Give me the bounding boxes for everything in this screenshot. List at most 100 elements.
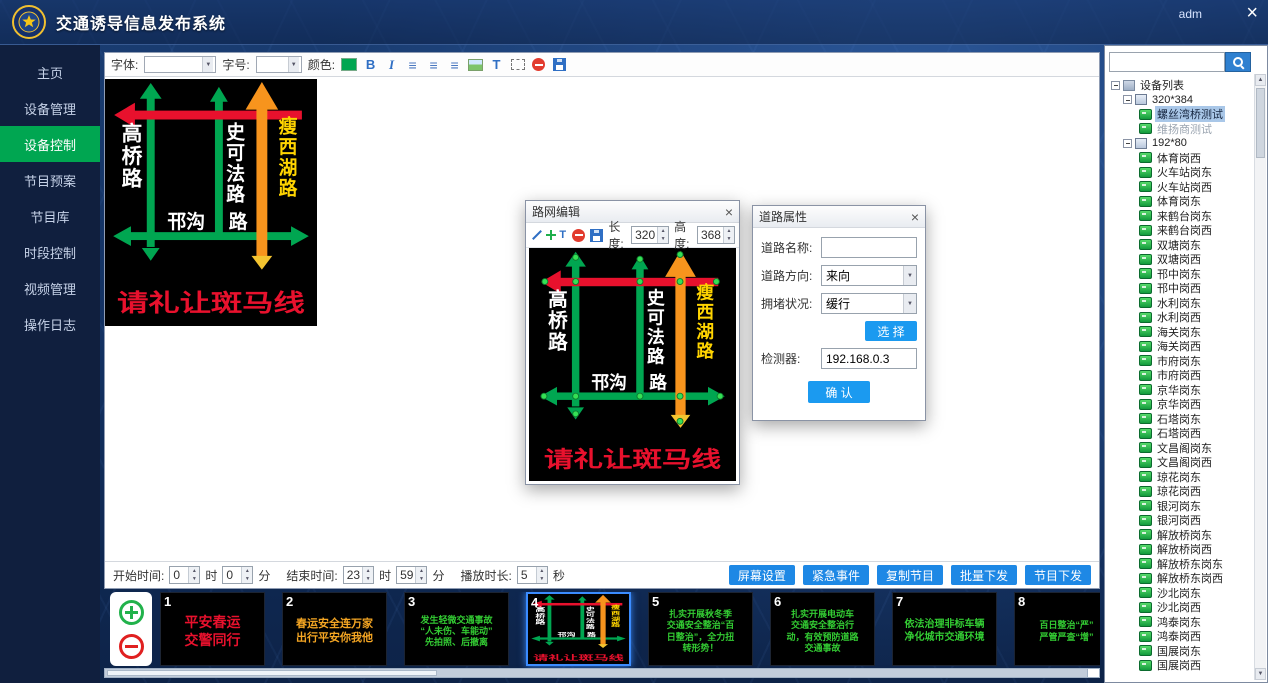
horizontal-scrollbar[interactable] bbox=[104, 668, 1100, 678]
italic-button[interactable]: I bbox=[384, 57, 399, 72]
start-minute-stepper[interactable]: 0▲▼ bbox=[222, 566, 253, 584]
tree-device[interactable]: 市府岗东 bbox=[1109, 354, 1252, 369]
confirm-button[interactable]: 确 认 bbox=[808, 381, 870, 403]
tree-group[interactable]: 192*80 bbox=[1109, 136, 1252, 151]
color-swatch[interactable] bbox=[341, 58, 357, 71]
draw-line-icon[interactable] bbox=[530, 228, 539, 242]
sidebar-item[interactable]: 时段控制 bbox=[0, 234, 100, 270]
tree-device[interactable]: 体育岗东 bbox=[1109, 194, 1252, 209]
tree-device[interactable]: 海关岗东 bbox=[1109, 325, 1252, 340]
road-editor-canvas[interactable]: 高桥路史可法路瘦西湖路邗沟路请礼让斑马线 bbox=[529, 248, 736, 481]
tree-device[interactable]: 国展岗东 bbox=[1109, 644, 1252, 659]
step-up-icon[interactable]: ▲ bbox=[724, 227, 734, 235]
tree-device[interactable]: 石塔岗西 bbox=[1109, 426, 1252, 441]
tree-device[interactable]: 解放桥岗西 bbox=[1109, 542, 1252, 557]
action-button[interactable]: 紧急事件 bbox=[803, 565, 869, 585]
tree-device[interactable]: 国展岗西 bbox=[1109, 658, 1252, 673]
tree-device[interactable]: 银河岗东 bbox=[1109, 499, 1252, 514]
save-icon[interactable] bbox=[553, 58, 566, 71]
marquee-icon[interactable] bbox=[511, 59, 525, 70]
sidebar-item[interactable]: 节目预案 bbox=[0, 162, 100, 198]
tree-device[interactable]: 市府岗西 bbox=[1109, 368, 1252, 383]
playlist-thumb[interactable]: 1平安春运交警同行 bbox=[160, 592, 265, 666]
font-size-select[interactable]: ▼ bbox=[256, 56, 302, 73]
tree-device[interactable]: 解放桥岗东 bbox=[1109, 528, 1252, 543]
playlist-thumb[interactable]: 4高桥路史可法路瘦西湖路邗沟路请礼让斑马线 bbox=[526, 592, 631, 666]
tree-device[interactable]: 解放桥东岗东 bbox=[1109, 557, 1252, 572]
tree-device[interactable]: 石塔岗东 bbox=[1109, 412, 1252, 427]
tree-device[interactable]: 京华岗西 bbox=[1109, 397, 1252, 412]
tree-device[interactable]: 鸿泰岗东 bbox=[1109, 615, 1252, 630]
save-icon[interactable] bbox=[590, 229, 603, 242]
scrollbar-thumb[interactable] bbox=[1256, 88, 1265, 158]
tree-device[interactable]: 沙北岗西 bbox=[1109, 600, 1252, 615]
tree-device[interactable]: 水利岗东 bbox=[1109, 296, 1252, 311]
height-stepper[interactable]: 368▲▼ bbox=[697, 226, 735, 244]
step-up-icon[interactable]: ▲ bbox=[242, 567, 252, 575]
tree-device[interactable]: 双塘岗西 bbox=[1109, 252, 1252, 267]
search-button[interactable] bbox=[1225, 52, 1251, 72]
tree-device[interactable]: 来鹤台岗东 bbox=[1109, 209, 1252, 224]
scroll-down-icon[interactable]: ▼ bbox=[1255, 668, 1266, 680]
sidebar-item[interactable]: 设备控制 bbox=[0, 126, 100, 162]
tree-device[interactable]: 文昌阁岗东 bbox=[1109, 441, 1252, 456]
tree-scrollbar[interactable]: ▲ ▼ bbox=[1254, 74, 1266, 680]
font-select[interactable]: ▼ bbox=[144, 56, 216, 73]
end-hour-stepper[interactable]: 23▲▼ bbox=[343, 566, 374, 584]
sidebar-item[interactable]: 设备管理 bbox=[0, 90, 100, 126]
tree-device[interactable]: 双塘岗东 bbox=[1109, 238, 1252, 253]
playlist-thumb[interactable]: 2春运安全连万家出行平安你我他 bbox=[282, 592, 387, 666]
insert-image-icon[interactable] bbox=[468, 59, 483, 71]
road-name-input[interactable] bbox=[821, 237, 917, 258]
tree-device[interactable]: 火车站岗西 bbox=[1109, 180, 1252, 195]
end-minute-stepper[interactable]: 59▲▼ bbox=[396, 566, 427, 584]
tree-device[interactable]: 鸿泰岗西 bbox=[1109, 629, 1252, 644]
user-label[interactable]: adm bbox=[1179, 7, 1202, 21]
playlist-thumb[interactable]: 8百日整治“严”严管严查“增” bbox=[1014, 592, 1100, 666]
sign-preview[interactable]: 高桥路史可法路瘦西湖路邗沟路请礼让斑马线 bbox=[105, 79, 317, 326]
action-button[interactable]: 批量下发 bbox=[951, 565, 1017, 585]
step-up-icon[interactable]: ▲ bbox=[416, 567, 426, 575]
stop-icon[interactable] bbox=[572, 229, 585, 242]
playlist-thumb[interactable]: 5扎实开展秋冬季交通安全整治“百日整治”，全力扭转形势！ bbox=[648, 592, 753, 666]
congestion-select[interactable]: 缓行 ▼ bbox=[821, 293, 917, 314]
detector-input[interactable] bbox=[821, 348, 917, 369]
step-down-icon[interactable]: ▼ bbox=[416, 575, 426, 583]
tree-device[interactable]: 邗中岗西 bbox=[1109, 281, 1252, 296]
dialog-titlebar[interactable]: 路网编辑 × bbox=[526, 201, 739, 223]
tree-device[interactable]: 火车站岗东 bbox=[1109, 165, 1252, 180]
road-direction-select[interactable]: 来向 ▼ bbox=[821, 265, 917, 286]
move-tool-icon[interactable] bbox=[544, 228, 553, 242]
scroll-up-icon[interactable]: ▲ bbox=[1255, 74, 1266, 86]
add-program-button[interactable] bbox=[119, 600, 144, 625]
action-button[interactable]: 屏幕设置 bbox=[729, 565, 795, 585]
remove-program-button[interactable] bbox=[119, 634, 144, 659]
tree-device[interactable]: 解放桥东岗西 bbox=[1109, 571, 1252, 586]
step-up-icon[interactable]: ▲ bbox=[658, 227, 668, 235]
select-button[interactable]: 选 择 bbox=[865, 321, 917, 341]
close-icon[interactable]: × bbox=[725, 205, 733, 219]
step-down-icon[interactable]: ▼ bbox=[658, 235, 668, 243]
tree-device[interactable]: 邗中岗东 bbox=[1109, 267, 1252, 282]
start-hour-stepper[interactable]: 0▲▼ bbox=[169, 566, 200, 584]
align-left-icon[interactable]: ≡ bbox=[405, 57, 420, 72]
tree-group[interactable]: 320*384 bbox=[1109, 93, 1252, 108]
step-down-icon[interactable]: ▼ bbox=[537, 575, 547, 583]
tree-device[interactable]: 琼花岗东 bbox=[1109, 470, 1252, 485]
action-button[interactable]: 节目下发 bbox=[1025, 565, 1091, 585]
window-close-icon[interactable]: × bbox=[1246, 3, 1258, 23]
action-button[interactable]: 复制节目 bbox=[877, 565, 943, 585]
device-search-input[interactable] bbox=[1109, 52, 1225, 72]
duration-stepper[interactable]: 5▲▼ bbox=[517, 566, 548, 584]
tree-device[interactable]: 维扬商测试 bbox=[1109, 122, 1252, 137]
scrollbar-thumb[interactable] bbox=[107, 670, 437, 676]
step-down-icon[interactable]: ▼ bbox=[242, 575, 252, 583]
tree-device[interactable]: 海关岗西 bbox=[1109, 339, 1252, 354]
tree-device[interactable]: 京华岗东 bbox=[1109, 383, 1252, 398]
tree-device[interactable]: 螺丝湾桥测试 bbox=[1109, 107, 1252, 122]
tree-device[interactable]: 体育岗西 bbox=[1109, 151, 1252, 166]
step-up-icon[interactable]: ▲ bbox=[537, 567, 547, 575]
close-icon[interactable]: × bbox=[911, 210, 919, 224]
step-down-icon[interactable]: ▼ bbox=[363, 575, 373, 583]
tree-device[interactable]: 沙北岗东 bbox=[1109, 586, 1252, 601]
